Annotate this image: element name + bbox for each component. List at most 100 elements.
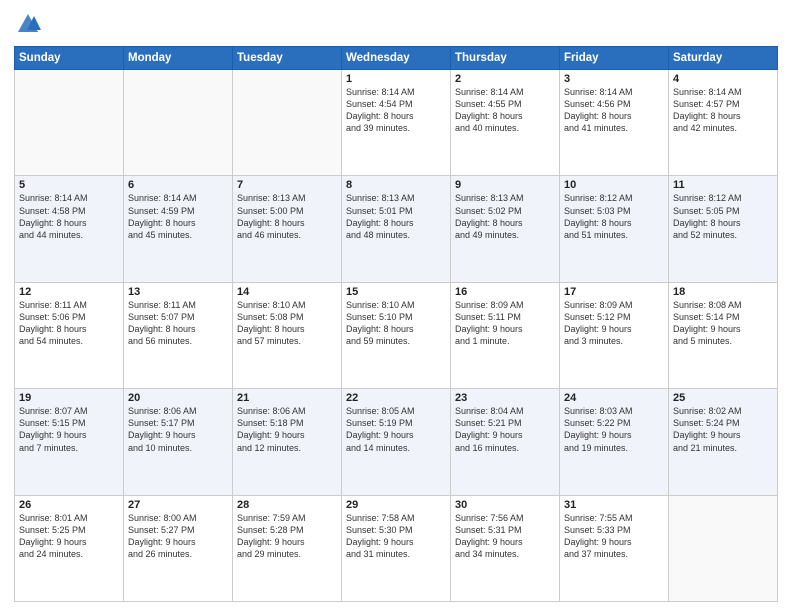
day-info: Sunrise: 8:10 AM Sunset: 5:08 PM Dayligh…	[237, 299, 337, 348]
weekday-header-thursday: Thursday	[451, 47, 560, 70]
calendar-cell: 17Sunrise: 8:09 AM Sunset: 5:12 PM Dayli…	[560, 282, 669, 388]
calendar-cell: 4Sunrise: 8:14 AM Sunset: 4:57 PM Daylig…	[669, 70, 778, 176]
day-number: 17	[564, 286, 664, 298]
day-number: 13	[128, 286, 228, 298]
day-info: Sunrise: 8:11 AM Sunset: 5:07 PM Dayligh…	[128, 299, 228, 348]
calendar-table: SundayMondayTuesdayWednesdayThursdayFrid…	[14, 46, 778, 602]
day-number: 24	[564, 392, 664, 404]
logo-icon	[14, 10, 42, 38]
day-number: 27	[128, 499, 228, 511]
calendar-cell	[124, 70, 233, 176]
calendar-cell: 13Sunrise: 8:11 AM Sunset: 5:07 PM Dayli…	[124, 282, 233, 388]
day-info: Sunrise: 8:09 AM Sunset: 5:11 PM Dayligh…	[455, 299, 555, 348]
day-info: Sunrise: 8:12 AM Sunset: 5:03 PM Dayligh…	[564, 192, 664, 241]
page: SundayMondayTuesdayWednesdayThursdayFrid…	[0, 0, 792, 612]
calendar-cell: 30Sunrise: 7:56 AM Sunset: 5:31 PM Dayli…	[451, 495, 560, 601]
day-number: 19	[19, 392, 119, 404]
day-info: Sunrise: 8:05 AM Sunset: 5:19 PM Dayligh…	[346, 405, 446, 454]
day-info: Sunrise: 8:13 AM Sunset: 5:01 PM Dayligh…	[346, 192, 446, 241]
day-number: 4	[673, 73, 773, 85]
day-number: 15	[346, 286, 446, 298]
day-info: Sunrise: 8:14 AM Sunset: 4:55 PM Dayligh…	[455, 86, 555, 135]
day-number: 8	[346, 179, 446, 191]
day-number: 7	[237, 179, 337, 191]
weekday-header-wednesday: Wednesday	[342, 47, 451, 70]
day-number: 20	[128, 392, 228, 404]
day-info: Sunrise: 8:14 AM Sunset: 4:56 PM Dayligh…	[564, 86, 664, 135]
weekday-header-saturday: Saturday	[669, 47, 778, 70]
day-info: Sunrise: 8:00 AM Sunset: 5:27 PM Dayligh…	[128, 512, 228, 561]
calendar-cell	[233, 70, 342, 176]
day-info: Sunrise: 8:14 AM Sunset: 4:58 PM Dayligh…	[19, 192, 119, 241]
day-info: Sunrise: 7:55 AM Sunset: 5:33 PM Dayligh…	[564, 512, 664, 561]
calendar-cell: 9Sunrise: 8:13 AM Sunset: 5:02 PM Daylig…	[451, 176, 560, 282]
day-number: 3	[564, 73, 664, 85]
day-info: Sunrise: 8:13 AM Sunset: 5:00 PM Dayligh…	[237, 192, 337, 241]
day-number: 22	[346, 392, 446, 404]
calendar-cell: 10Sunrise: 8:12 AM Sunset: 5:03 PM Dayli…	[560, 176, 669, 282]
weekday-header-monday: Monday	[124, 47, 233, 70]
day-number: 6	[128, 179, 228, 191]
calendar-cell: 5Sunrise: 8:14 AM Sunset: 4:58 PM Daylig…	[15, 176, 124, 282]
calendar-cell: 21Sunrise: 8:06 AM Sunset: 5:18 PM Dayli…	[233, 389, 342, 495]
calendar-cell: 26Sunrise: 8:01 AM Sunset: 5:25 PM Dayli…	[15, 495, 124, 601]
calendar-week-row: 1Sunrise: 8:14 AM Sunset: 4:54 PM Daylig…	[15, 70, 778, 176]
day-info: Sunrise: 8:10 AM Sunset: 5:10 PM Dayligh…	[346, 299, 446, 348]
day-number: 30	[455, 499, 555, 511]
calendar-cell: 25Sunrise: 8:02 AM Sunset: 5:24 PM Dayli…	[669, 389, 778, 495]
day-info: Sunrise: 8:14 AM Sunset: 4:59 PM Dayligh…	[128, 192, 228, 241]
day-number: 5	[19, 179, 119, 191]
calendar-cell: 28Sunrise: 7:59 AM Sunset: 5:28 PM Dayli…	[233, 495, 342, 601]
calendar-cell: 20Sunrise: 8:06 AM Sunset: 5:17 PM Dayli…	[124, 389, 233, 495]
day-info: Sunrise: 8:12 AM Sunset: 5:05 PM Dayligh…	[673, 192, 773, 241]
weekday-header-tuesday: Tuesday	[233, 47, 342, 70]
calendar-cell	[669, 495, 778, 601]
day-info: Sunrise: 8:14 AM Sunset: 4:57 PM Dayligh…	[673, 86, 773, 135]
calendar-week-row: 12Sunrise: 8:11 AM Sunset: 5:06 PM Dayli…	[15, 282, 778, 388]
day-number: 31	[564, 499, 664, 511]
day-number: 12	[19, 286, 119, 298]
logo	[14, 10, 46, 38]
calendar-cell: 16Sunrise: 8:09 AM Sunset: 5:11 PM Dayli…	[451, 282, 560, 388]
day-info: Sunrise: 8:14 AM Sunset: 4:54 PM Dayligh…	[346, 86, 446, 135]
day-number: 11	[673, 179, 773, 191]
calendar-cell: 22Sunrise: 8:05 AM Sunset: 5:19 PM Dayli…	[342, 389, 451, 495]
day-number: 10	[564, 179, 664, 191]
day-info: Sunrise: 7:59 AM Sunset: 5:28 PM Dayligh…	[237, 512, 337, 561]
weekday-header-friday: Friday	[560, 47, 669, 70]
day-info: Sunrise: 8:06 AM Sunset: 5:17 PM Dayligh…	[128, 405, 228, 454]
day-number: 16	[455, 286, 555, 298]
calendar-cell: 6Sunrise: 8:14 AM Sunset: 4:59 PM Daylig…	[124, 176, 233, 282]
day-number: 21	[237, 392, 337, 404]
calendar-cell: 3Sunrise: 8:14 AM Sunset: 4:56 PM Daylig…	[560, 70, 669, 176]
day-info: Sunrise: 8:09 AM Sunset: 5:12 PM Dayligh…	[564, 299, 664, 348]
day-number: 14	[237, 286, 337, 298]
calendar-cell: 14Sunrise: 8:10 AM Sunset: 5:08 PM Dayli…	[233, 282, 342, 388]
day-number: 25	[673, 392, 773, 404]
calendar-week-row: 5Sunrise: 8:14 AM Sunset: 4:58 PM Daylig…	[15, 176, 778, 282]
calendar-cell: 12Sunrise: 8:11 AM Sunset: 5:06 PM Dayli…	[15, 282, 124, 388]
day-number: 9	[455, 179, 555, 191]
day-info: Sunrise: 8:07 AM Sunset: 5:15 PM Dayligh…	[19, 405, 119, 454]
calendar-cell: 18Sunrise: 8:08 AM Sunset: 5:14 PM Dayli…	[669, 282, 778, 388]
calendar-cell: 24Sunrise: 8:03 AM Sunset: 5:22 PM Dayli…	[560, 389, 669, 495]
header	[14, 10, 778, 38]
day-info: Sunrise: 8:11 AM Sunset: 5:06 PM Dayligh…	[19, 299, 119, 348]
day-info: Sunrise: 7:56 AM Sunset: 5:31 PM Dayligh…	[455, 512, 555, 561]
weekday-header-row: SundayMondayTuesdayWednesdayThursdayFrid…	[15, 47, 778, 70]
calendar-cell: 31Sunrise: 7:55 AM Sunset: 5:33 PM Dayli…	[560, 495, 669, 601]
calendar-cell: 29Sunrise: 7:58 AM Sunset: 5:30 PM Dayli…	[342, 495, 451, 601]
calendar-cell: 15Sunrise: 8:10 AM Sunset: 5:10 PM Dayli…	[342, 282, 451, 388]
calendar-cell: 23Sunrise: 8:04 AM Sunset: 5:21 PM Dayli…	[451, 389, 560, 495]
day-info: Sunrise: 8:08 AM Sunset: 5:14 PM Dayligh…	[673, 299, 773, 348]
weekday-header-sunday: Sunday	[15, 47, 124, 70]
calendar-cell: 19Sunrise: 8:07 AM Sunset: 5:15 PM Dayli…	[15, 389, 124, 495]
day-info: Sunrise: 7:58 AM Sunset: 5:30 PM Dayligh…	[346, 512, 446, 561]
day-number: 2	[455, 73, 555, 85]
day-info: Sunrise: 8:13 AM Sunset: 5:02 PM Dayligh…	[455, 192, 555, 241]
calendar-cell	[15, 70, 124, 176]
day-info: Sunrise: 8:03 AM Sunset: 5:22 PM Dayligh…	[564, 405, 664, 454]
calendar-cell: 2Sunrise: 8:14 AM Sunset: 4:55 PM Daylig…	[451, 70, 560, 176]
calendar-cell: 1Sunrise: 8:14 AM Sunset: 4:54 PM Daylig…	[342, 70, 451, 176]
calendar-week-row: 26Sunrise: 8:01 AM Sunset: 5:25 PM Dayli…	[15, 495, 778, 601]
